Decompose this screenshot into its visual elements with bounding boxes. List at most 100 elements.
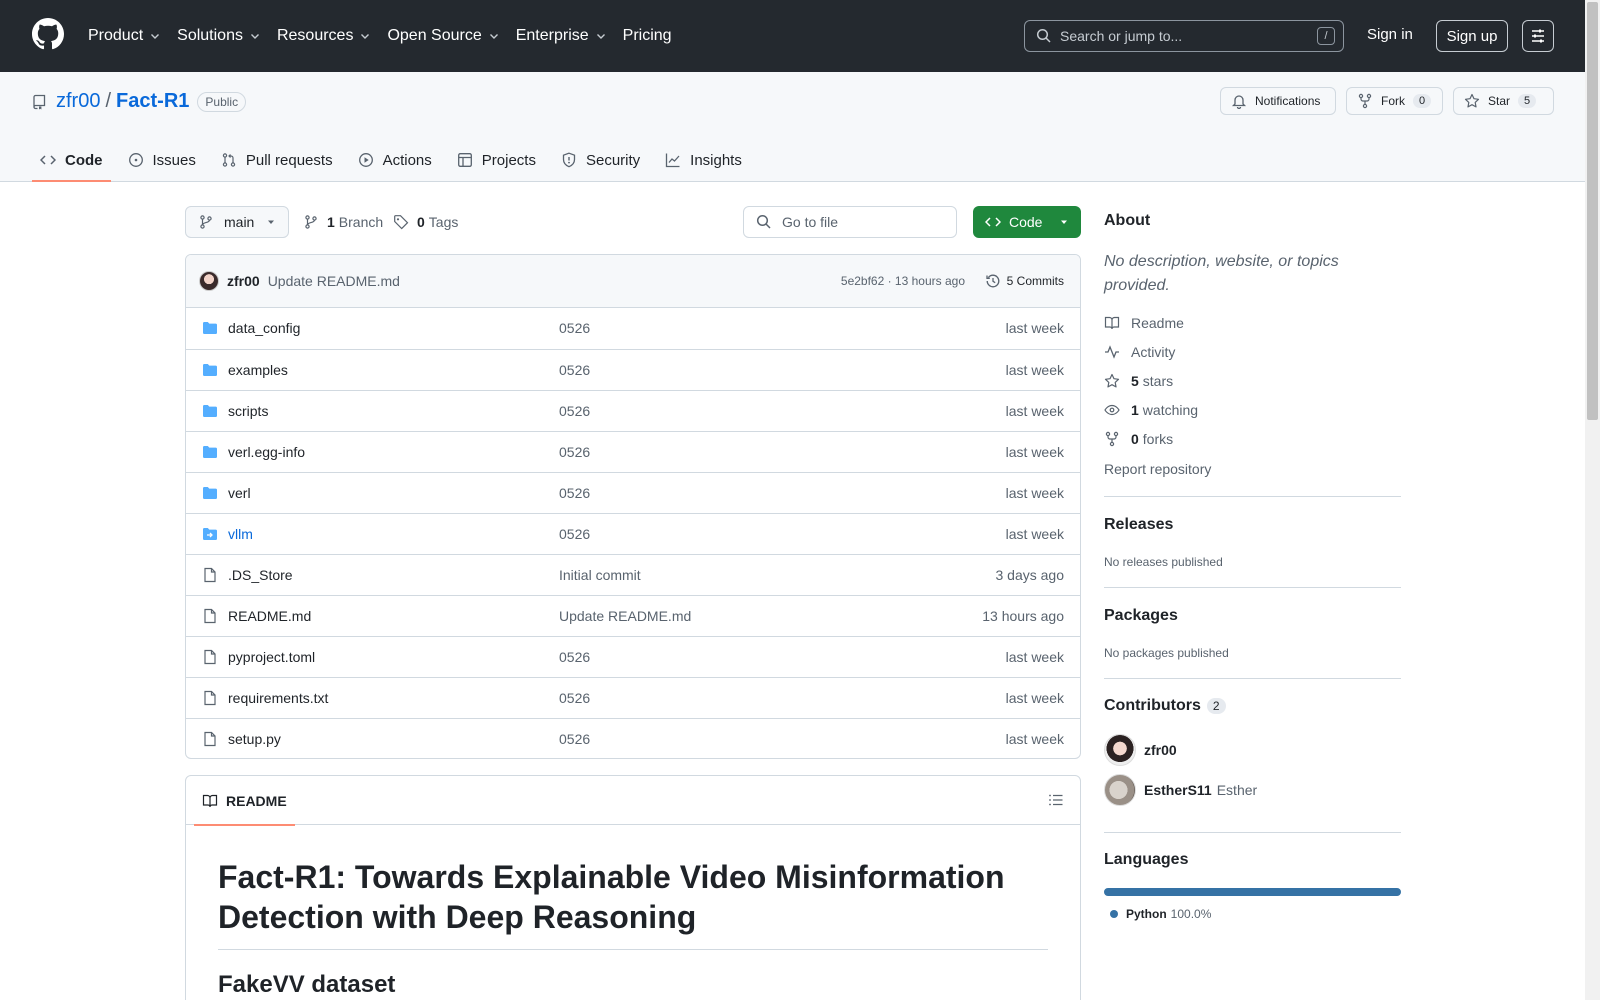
star-button[interactable]: Star 5 bbox=[1453, 87, 1554, 115]
file-commit-message[interactable]: 0526 bbox=[559, 526, 590, 542]
table-row[interactable]: README.md Update README.md 13 hours ago bbox=[186, 595, 1080, 636]
tab-security[interactable]: Security bbox=[553, 138, 648, 182]
file-commit-age: last week bbox=[1005, 690, 1064, 706]
nav-open-source[interactable]: Open Source bbox=[387, 27, 499, 45]
triangle-down-icon bbox=[1061, 220, 1067, 224]
file-name-link[interactable]: scripts bbox=[228, 403, 268, 419]
file-name-link[interactable]: vllm bbox=[228, 526, 253, 542]
report-repository-link[interactable]: Report repository bbox=[1104, 461, 1211, 477]
commit-message-link[interactable]: Update README.md bbox=[268, 273, 400, 289]
nav-product[interactable]: Product bbox=[88, 27, 161, 45]
sign-in-link[interactable]: Sign in bbox=[1367, 26, 1413, 43]
repo-name-link[interactable]: Fact-R1 bbox=[116, 90, 189, 113]
fork-icon bbox=[1105, 431, 1119, 447]
go-to-file-input[interactable]: Go to file bbox=[743, 206, 957, 238]
table-row[interactable]: requirements.txt 0526 last week bbox=[186, 677, 1080, 718]
file-commit-message[interactable]: 0526 bbox=[559, 403, 590, 419]
file-commit-age: last week bbox=[1005, 526, 1064, 542]
shield-icon bbox=[562, 152, 576, 168]
sliders-menu-button[interactable] bbox=[1522, 20, 1554, 52]
repo-owner-link[interactable]: zfr00 bbox=[56, 90, 100, 113]
file-commit-age: 3 days ago bbox=[995, 567, 1065, 583]
book-icon bbox=[202, 794, 218, 807]
table-row[interactable]: scripts 0526 last week bbox=[186, 390, 1080, 431]
contributor-item[interactable]: EstherS11 Esther bbox=[1104, 774, 1257, 806]
nav-solutions[interactable]: Solutions bbox=[177, 27, 261, 45]
tags-link[interactable]: 0 Tags bbox=[393, 214, 458, 230]
packages-heading[interactable]: Packages bbox=[1104, 607, 1401, 625]
sign-up-button[interactable]: Sign up bbox=[1436, 20, 1508, 52]
tab-pull-requests[interactable]: Pull requests bbox=[213, 138, 341, 182]
fork-button[interactable]: Fork 0 bbox=[1346, 87, 1443, 115]
file-name-link[interactable]: examples bbox=[228, 362, 288, 378]
releases-heading[interactable]: Releases bbox=[1104, 516, 1401, 534]
nav-pricing[interactable]: Pricing bbox=[623, 27, 672, 45]
readme-link[interactable]: Readme bbox=[1104, 315, 1184, 331]
commit-hash-time[interactable]: 5e2bf62 · 13 hours ago bbox=[841, 274, 965, 288]
commits-history-link[interactable]: 5 Commits bbox=[985, 273, 1064, 289]
graph-icon bbox=[666, 153, 680, 168]
file-name-link[interactable]: README.md bbox=[228, 608, 311, 624]
scrollbar-thumb[interactable] bbox=[1587, 2, 1598, 420]
table-row[interactable]: setup.py 0526 last week bbox=[186, 718, 1080, 758]
file-icon bbox=[202, 731, 218, 747]
file-list: data_config 0526 last week examples 0526 last… bbox=[186, 308, 1080, 758]
language-item[interactable]: Python 100.0% bbox=[1110, 907, 1211, 921]
file-name-link[interactable]: setup.py bbox=[228, 731, 281, 747]
branch-select-button[interactable]: main bbox=[185, 206, 289, 238]
about-description: No description, website, or topics provi… bbox=[1104, 253, 1339, 294]
tab-issues[interactable]: Issues bbox=[120, 138, 204, 182]
file-commit-message[interactable]: 0526 bbox=[559, 320, 590, 336]
table-row[interactable]: examples 0526 last week bbox=[186, 349, 1080, 390]
about-heading: About bbox=[1104, 212, 1151, 229]
file-name-link[interactable]: data_config bbox=[228, 320, 300, 336]
table-row[interactable]: vllm 0526 last week bbox=[186, 513, 1080, 554]
nav-resources[interactable]: Resources bbox=[277, 27, 371, 45]
file-commit-age: last week bbox=[1005, 362, 1064, 378]
page-scrollbar[interactable] bbox=[1585, 0, 1600, 1000]
commit-author-link[interactable]: zfr00 bbox=[227, 273, 260, 289]
tab-actions[interactable]: Actions bbox=[350, 138, 440, 182]
branches-link[interactable]: 1 Branch bbox=[303, 214, 383, 230]
chevron-down-icon bbox=[489, 34, 498, 39]
nav-enterprise[interactable]: Enterprise bbox=[516, 27, 607, 45]
avatar[interactable] bbox=[199, 271, 219, 291]
file-commit-message[interactable]: Initial commit bbox=[559, 567, 641, 583]
file-name-link[interactable]: verl.egg-info bbox=[228, 444, 305, 460]
tab-projects[interactable]: Projects bbox=[449, 138, 544, 182]
file-commit-message[interactable]: Update README.md bbox=[559, 608, 691, 624]
table-row[interactable]: .DS_Store Initial commit 3 days ago bbox=[186, 554, 1080, 595]
file-commit-message[interactable]: 0526 bbox=[559, 485, 590, 501]
table-row[interactable]: pyproject.toml 0526 last week bbox=[186, 636, 1080, 677]
file-commit-message[interactable]: 0526 bbox=[559, 649, 590, 665]
repo-title: zfr00 / Fact-R1 Public bbox=[32, 90, 247, 113]
github-logo-icon[interactable] bbox=[32, 18, 64, 50]
file-name-link[interactable]: verl bbox=[228, 485, 251, 501]
file-commit-message[interactable]: 0526 bbox=[559, 362, 590, 378]
contributors-heading[interactable]: Contributors 2 bbox=[1104, 697, 1401, 715]
file-commit-message[interactable]: 0526 bbox=[559, 731, 590, 747]
file-name-link[interactable]: pyproject.toml bbox=[228, 649, 315, 665]
contributor-item[interactable]: zfr00 bbox=[1104, 734, 1182, 766]
notifications-button[interactable]: Notifications bbox=[1220, 87, 1336, 115]
table-row[interactable]: verl 0526 last week bbox=[186, 472, 1080, 513]
file-commit-message[interactable]: 0526 bbox=[559, 444, 590, 460]
stars-link[interactable]: 5 stars bbox=[1104, 373, 1173, 389]
forks-link[interactable]: 0 forks bbox=[1104, 431, 1173, 447]
list-unordered-icon[interactable] bbox=[1048, 792, 1064, 808]
tab-insights[interactable]: Insights bbox=[657, 138, 750, 182]
eye-icon bbox=[1104, 404, 1120, 416]
global-nav: Product Solutions Resources Open Source … bbox=[88, 0, 688, 72]
file-commit-message[interactable]: 0526 bbox=[559, 690, 590, 706]
readme-header: README bbox=[186, 776, 1080, 826]
search-input[interactable]: Search or jump to... / bbox=[1024, 20, 1344, 52]
code-dropdown-button[interactable]: Code bbox=[973, 206, 1081, 238]
tab-code[interactable]: Code bbox=[32, 138, 111, 182]
table-row[interactable]: data_config 0526 last week bbox=[186, 308, 1080, 349]
tab-readme[interactable]: README bbox=[194, 776, 295, 826]
file-name-link[interactable]: requirements.txt bbox=[228, 690, 328, 706]
watching-link[interactable]: 1 watching bbox=[1104, 402, 1198, 418]
activity-link[interactable]: Activity bbox=[1104, 344, 1175, 360]
table-row[interactable]: verl.egg-info 0526 last week bbox=[186, 431, 1080, 472]
file-name-link[interactable]: .DS_Store bbox=[228, 567, 293, 583]
